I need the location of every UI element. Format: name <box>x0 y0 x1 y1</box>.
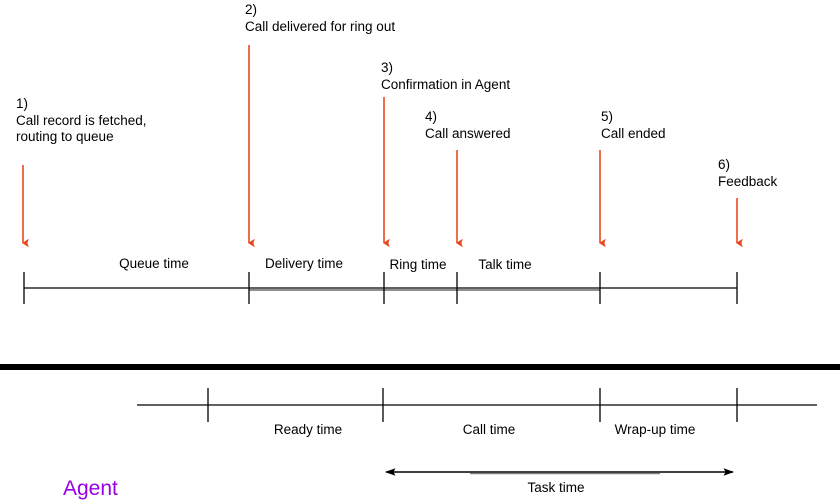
agent-section-label: Agent <box>63 477 118 500</box>
task-time-arrow-graphics <box>385 468 734 476</box>
system-timeline-segment-text-4: Talk time <box>478 257 532 272</box>
callout-label-3: 3) Confirmation in Agent <box>381 60 511 92</box>
task-time-label: Task time <box>527 480 585 495</box>
system-timeline-graphics <box>23 272 738 304</box>
agent-timeline-segment-text-1: Ready time <box>273 422 343 437</box>
callout-label-4: 4) Call answered <box>425 109 511 141</box>
agent-timeline-graphics <box>137 388 817 422</box>
callout-label-6: 6) Feedback <box>718 157 778 189</box>
system-timeline-segment-text-3: Ring time <box>389 257 447 272</box>
callout-label-1: 1) Call record is fetched, routing to qu… <box>16 96 147 144</box>
system-timeline-segment-text-2: Delivery time <box>264 256 344 271</box>
agent-timeline-segment-text-2: Call time <box>462 422 516 437</box>
callout-label-2: 2) Call delivered for ring out <box>245 2 396 34</box>
callout-label-5: 5) Call ended <box>601 109 666 141</box>
agent-timeline-segment-text-3: Wrap-up time <box>614 422 696 437</box>
section-divider-bar <box>0 364 840 370</box>
diagram-canvas: 1) Call record is fetched, routing to qu… <box>0 0 840 504</box>
system-timeline-segment-text-1: Queue time <box>119 256 189 271</box>
